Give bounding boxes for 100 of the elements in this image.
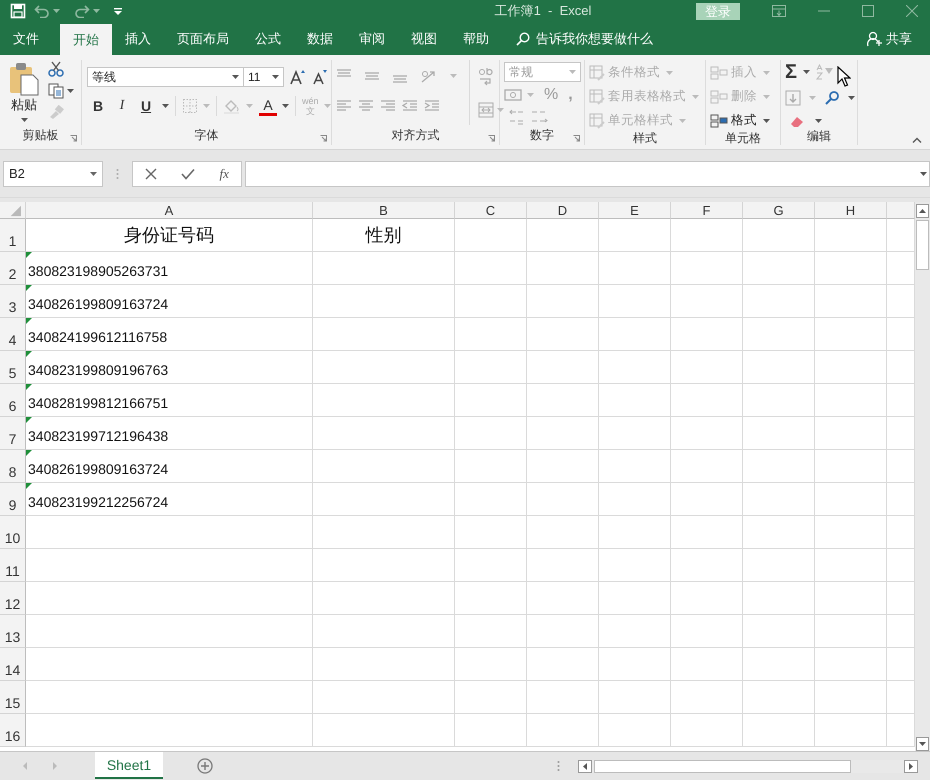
caret-icon[interactable] (162, 104, 169, 108)
table-cell[interactable] (671, 648, 743, 681)
table-cell[interactable] (527, 285, 599, 318)
table-cell[interactable] (815, 417, 887, 450)
table-cell[interactable] (313, 615, 455, 648)
table-cell[interactable]: 340826199809163724 (26, 450, 313, 483)
wrap-text-icon[interactable] (478, 66, 494, 86)
table-cell[interactable] (743, 516, 815, 549)
caret-icon[interactable] (282, 104, 289, 108)
undo-icon[interactable] (34, 4, 50, 18)
row-header[interactable]: 5 (0, 351, 26, 384)
table-cell[interactable] (26, 681, 313, 714)
font-size-dropdown[interactable]: 11 (244, 67, 284, 87)
table-cell[interactable] (671, 681, 743, 714)
caret-icon[interactable] (803, 70, 810, 74)
table-cell[interactable] (527, 450, 599, 483)
column-header[interactable]: C (455, 202, 527, 219)
customize-menu-icon[interactable] (114, 8, 122, 14)
table-cell[interactable] (671, 351, 743, 384)
scroll-up-icon[interactable] (916, 204, 929, 218)
table-cell[interactable] (527, 483, 599, 516)
dialog-launcher-icon[interactable] (488, 135, 495, 142)
add-sheet-icon[interactable] (197, 758, 213, 774)
table-cell[interactable] (527, 549, 599, 582)
table-cell[interactable] (815, 648, 887, 681)
table-cell[interactable]: 380823198905263731 (26, 252, 313, 285)
table-cell[interactable]: 340824199612116758 (26, 318, 313, 351)
table-cell[interactable] (671, 714, 743, 747)
table-cell[interactable] (599, 318, 671, 351)
table-cell[interactable] (26, 648, 313, 681)
table-cell[interactable]: 340823199712196438 (26, 417, 313, 450)
column-header[interactable]: E (599, 202, 671, 219)
table-cell[interactable] (671, 450, 743, 483)
table-cell[interactable] (743, 285, 815, 318)
table-cell[interactable] (455, 582, 527, 615)
scroll-left-icon[interactable] (578, 760, 592, 772)
column-header[interactable]: A (26, 202, 313, 219)
column-header[interactable]: D (527, 202, 599, 219)
table-cell[interactable] (527, 219, 599, 252)
table-cell[interactable] (671, 549, 743, 582)
table-cell[interactable] (671, 516, 743, 549)
ribbon-tab[interactable]: 文件 (0, 22, 52, 55)
table-cell[interactable]: 340826199809163724 (26, 285, 313, 318)
table-cell[interactable] (815, 615, 887, 648)
next-sheet-icon[interactable] (52, 762, 58, 770)
cancel-icon[interactable] (145, 168, 158, 180)
column-header[interactable]: G (743, 202, 815, 219)
table-cell[interactable] (815, 582, 887, 615)
cut-icon[interactable] (48, 61, 64, 77)
table-cell[interactable] (671, 318, 743, 351)
table-cell[interactable] (671, 219, 743, 252)
row-header[interactable]: 4 (0, 318, 26, 351)
fill-down-icon[interactable] (785, 90, 801, 106)
scroll-down-icon[interactable] (916, 737, 929, 751)
table-cell[interactable] (815, 483, 887, 516)
bold-button[interactable]: B (87, 95, 109, 117)
table-cell[interactable] (599, 681, 671, 714)
table-cell[interactable] (527, 417, 599, 450)
table-cell[interactable] (743, 384, 815, 417)
close-icon[interactable] (906, 5, 918, 17)
fill-color-icon[interactable] (223, 98, 241, 114)
table-cell[interactable] (743, 714, 815, 747)
table-cell[interactable] (313, 450, 455, 483)
table-cell[interactable] (671, 417, 743, 450)
table-cell[interactable] (815, 318, 887, 351)
table-cell[interactable] (313, 417, 455, 450)
ribbon-tab[interactable]: 页面布局 (164, 22, 242, 55)
table-cell[interactable] (527, 384, 599, 417)
table-cell[interactable] (599, 549, 671, 582)
table-cell[interactable] (671, 285, 743, 318)
table-cell[interactable] (527, 714, 599, 747)
table-cell[interactable] (671, 483, 743, 516)
table-cell[interactable] (313, 582, 455, 615)
ribbon-tab[interactable]: 视图 (398, 22, 450, 55)
row-header[interactable]: 15 (0, 681, 26, 714)
row-header[interactable]: 6 (0, 384, 26, 417)
decrease-font-size-icon[interactable] (312, 69, 328, 85)
table-cell[interactable] (527, 615, 599, 648)
table-cell[interactable] (815, 219, 887, 252)
table-cell[interactable] (313, 351, 455, 384)
column-header[interactable]: H (815, 202, 887, 219)
table-cell[interactable] (455, 450, 527, 483)
table-cell[interactable] (743, 483, 815, 516)
table-cell[interactable] (26, 582, 313, 615)
sheet-tab[interactable]: Sheet1 (95, 752, 163, 779)
table-cell[interactable] (599, 582, 671, 615)
name-box[interactable]: B2 (3, 160, 103, 186)
dialog-launcher-icon[interactable] (320, 135, 327, 142)
table-cell[interactable] (455, 417, 527, 450)
dialog-launcher-icon[interactable] (70, 135, 77, 142)
table-cell[interactable] (455, 384, 527, 417)
caret-icon[interactable] (232, 75, 239, 79)
table-cell[interactable] (599, 714, 671, 747)
row-header[interactable]: 3 (0, 285, 26, 318)
table-cell[interactable] (527, 681, 599, 714)
table-cell[interactable] (527, 582, 599, 615)
table-cell[interactable] (455, 648, 527, 681)
table-cell[interactable] (815, 450, 887, 483)
table-cell[interactable] (527, 648, 599, 681)
caret-icon[interactable] (20, 118, 28, 122)
